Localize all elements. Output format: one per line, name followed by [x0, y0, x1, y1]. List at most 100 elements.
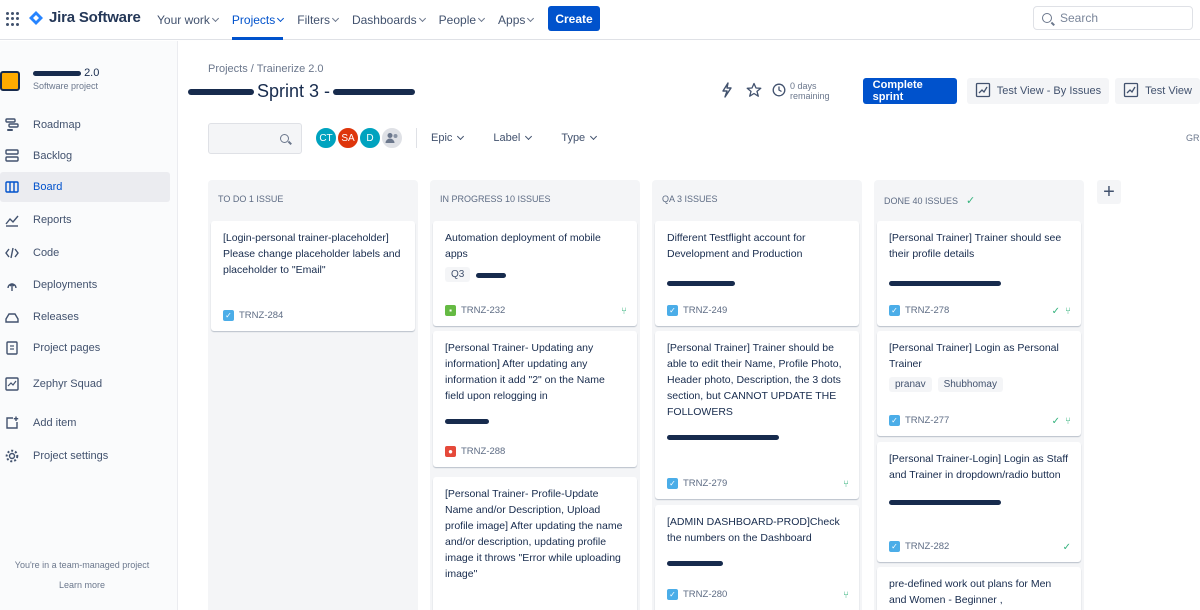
column-title-text: IN PROGRESS 10 ISSUES	[440, 194, 551, 204]
label-tag[interactable]: Q3	[445, 267, 471, 282]
branch-icon: ⑂	[621, 306, 627, 317]
complete-sprint-button[interactable]: Complete sprint	[862, 78, 957, 104]
issue-card[interactable]: [Personal Trainer] Login as Personal Tra…	[877, 331, 1081, 436]
issue-card[interactable]: Automation deployment of mobile apps Q3 …	[433, 221, 637, 326]
issue-summary: [Personal Trainer- Profile-Update Name a…	[445, 488, 623, 580]
main-nav: Your work Projects Filters Dashboards Pe…	[150, 0, 540, 40]
issue-key-text: TRNZ-249	[683, 305, 728, 316]
label-filter-dropdown[interactable]: Label	[493, 132, 533, 144]
create-button[interactable]: Create	[548, 6, 600, 31]
breadcrumb[interactable]: Projects / Trainerize 2.0	[208, 63, 324, 75]
test-view-label: Test View - By Issues	[996, 85, 1102, 97]
search-input[interactable]: Search	[1033, 6, 1193, 30]
nav-projects[interactable]: Projects	[225, 0, 290, 40]
branch-icon: ⑂	[843, 590, 849, 601]
product-name: Jira Software	[49, 9, 141, 26]
sidebar-item-releases[interactable]: Releases	[0, 302, 170, 332]
board-search-input[interactable]	[208, 122, 302, 154]
nav-your-work[interactable]: Your work	[150, 0, 225, 40]
app-switcher-icon[interactable]	[6, 12, 20, 26]
issue-card[interactable]: [Personal Trainer- Profile-Update Name a…	[433, 477, 637, 610]
label-filter-label: Label	[493, 132, 521, 144]
sidebar-item-board[interactable]: Board	[0, 172, 170, 202]
board-filter-bar: CT SA D Epic Label Type	[208, 122, 598, 154]
avatar[interactable]: D	[358, 126, 382, 150]
epic-filter-dropdown[interactable]: Epic	[431, 132, 465, 144]
nav-people[interactable]: People	[432, 0, 491, 40]
redacted-labels	[667, 276, 847, 290]
task-type-icon: ✓	[667, 589, 678, 600]
redaction-scribble	[188, 88, 254, 95]
jira-logo[interactable]: Jira Software	[28, 9, 141, 26]
sidebar-item-label: Releases	[33, 311, 79, 323]
sidebar-item-project-pages[interactable]: Project pages	[0, 333, 170, 363]
sidebar-item-label: Deployments	[33, 279, 98, 291]
project-avatar	[0, 71, 20, 91]
task-type-icon: ✓	[667, 305, 678, 316]
sidebar-item-roadmap[interactable]: Roadmap	[0, 110, 170, 140]
column-title: IN PROGRESS 10 ISSUES	[440, 194, 551, 204]
label-tag[interactable]: Shubhomay	[937, 377, 1003, 392]
issue-summary: [Personal Trainer-Login] Login as Staff …	[889, 453, 1068, 481]
issue-summary: [Personal Trainer- Updating any informat…	[445, 342, 605, 402]
sidebar-item-label: Reports	[33, 214, 72, 226]
releases-icon	[4, 309, 20, 325]
nav-dashboards[interactable]: Dashboards	[345, 0, 432, 40]
type-filter-dropdown[interactable]: Type	[561, 132, 598, 144]
issue-key: ✓ TRNZ-282	[889, 541, 949, 552]
sidebar-item-reports[interactable]: Reports	[0, 205, 170, 235]
issue-key-text: TRNZ-232	[461, 305, 506, 316]
backlog-icon	[4, 148, 20, 164]
sidebar-item-add-item[interactable]: Add item	[0, 408, 170, 438]
issue-labels: Q3	[445, 267, 625, 282]
label-tag[interactable]: pranav	[889, 377, 932, 392]
reports-icon	[4, 212, 20, 228]
sprint-title-text: Sprint 3 -	[257, 81, 331, 101]
sidebar-item-zephyr-squad[interactable]: Zephyr Squad	[0, 369, 170, 399]
days-remaining: 0 days remaining	[790, 81, 830, 101]
column-title: DONE 40 ISSUES ✓	[884, 194, 975, 207]
chevron-down-icon	[457, 132, 465, 141]
star-icon[interactable]	[746, 82, 762, 101]
issue-card[interactable]: Different Testflight account for Develop…	[655, 221, 859, 326]
test-view-icon	[1123, 82, 1139, 101]
sidebar-item-project-settings[interactable]: Project settings	[0, 441, 170, 471]
bug-type-icon: ●	[445, 446, 456, 457]
redaction-scribble	[445, 419, 489, 425]
sidebar-item-backlog[interactable]: Backlog	[0, 141, 170, 171]
type-filter-label: Type	[561, 132, 586, 144]
issue-card[interactable]: [Login-personal trainer-placeholder] Ple…	[211, 221, 415, 331]
sidebar-item-code[interactable]: Code	[0, 238, 170, 268]
pages-icon	[4, 340, 20, 356]
sidebar-item-deployments[interactable]: Deployments	[0, 270, 170, 300]
avatar[interactable]: SA	[336, 126, 360, 150]
project-type: Software project	[33, 81, 99, 91]
issue-key-text: TRNZ-277	[905, 415, 950, 426]
group-by-label[interactable]: GRO	[1186, 133, 1200, 143]
card-status-icons: ✓ ⑂	[1052, 416, 1071, 427]
learn-more-link[interactable]: Learn more	[0, 580, 164, 590]
issue-card[interactable]: [Personal Trainer] Trainer should be abl…	[655, 331, 859, 499]
issue-card[interactable]: [Personal Trainer-Login] Login as Staff …	[877, 442, 1081, 562]
issue-card[interactable]: [ADMIN DASHBOARD-PROD]Check the numbers …	[655, 505, 859, 610]
avatar[interactable]: CT	[314, 126, 338, 150]
add-column-button[interactable]: +	[1097, 180, 1121, 204]
chevron-down-icon	[211, 14, 219, 23]
redaction-scribble	[33, 70, 81, 76]
nav-apps[interactable]: Apps	[491, 0, 540, 40]
card-status-icons: ✓ ⑂	[1052, 306, 1071, 317]
checkmark-icon: ✓	[966, 195, 976, 207]
board-column-in-progress: IN PROGRESS 10 ISSUES Automation deploym…	[430, 180, 640, 610]
lightning-icon[interactable]	[720, 81, 734, 101]
test-view-button[interactable]: Test View	[1115, 78, 1200, 104]
project-name: 2.0	[33, 67, 99, 79]
issue-card[interactable]: [Personal Trainer] Trainer should see th…	[877, 221, 1081, 326]
issue-key: ✓ TRNZ-277	[889, 415, 949, 426]
more-people-icon[interactable]	[380, 126, 404, 150]
issue-card[interactable]: [Personal Trainer- Updating any informat…	[433, 331, 637, 467]
test-view-by-issues-button[interactable]: Test View - By Issues	[966, 78, 1110, 104]
done-check-icon: ✓	[1062, 542, 1071, 553]
issue-card[interactable]: pre-defined work out plans for Men and W…	[877, 567, 1081, 610]
issue-summary: [ADMIN DASHBOARD-PROD]Check the numbers …	[667, 516, 840, 544]
nav-filters[interactable]: Filters	[290, 0, 345, 40]
